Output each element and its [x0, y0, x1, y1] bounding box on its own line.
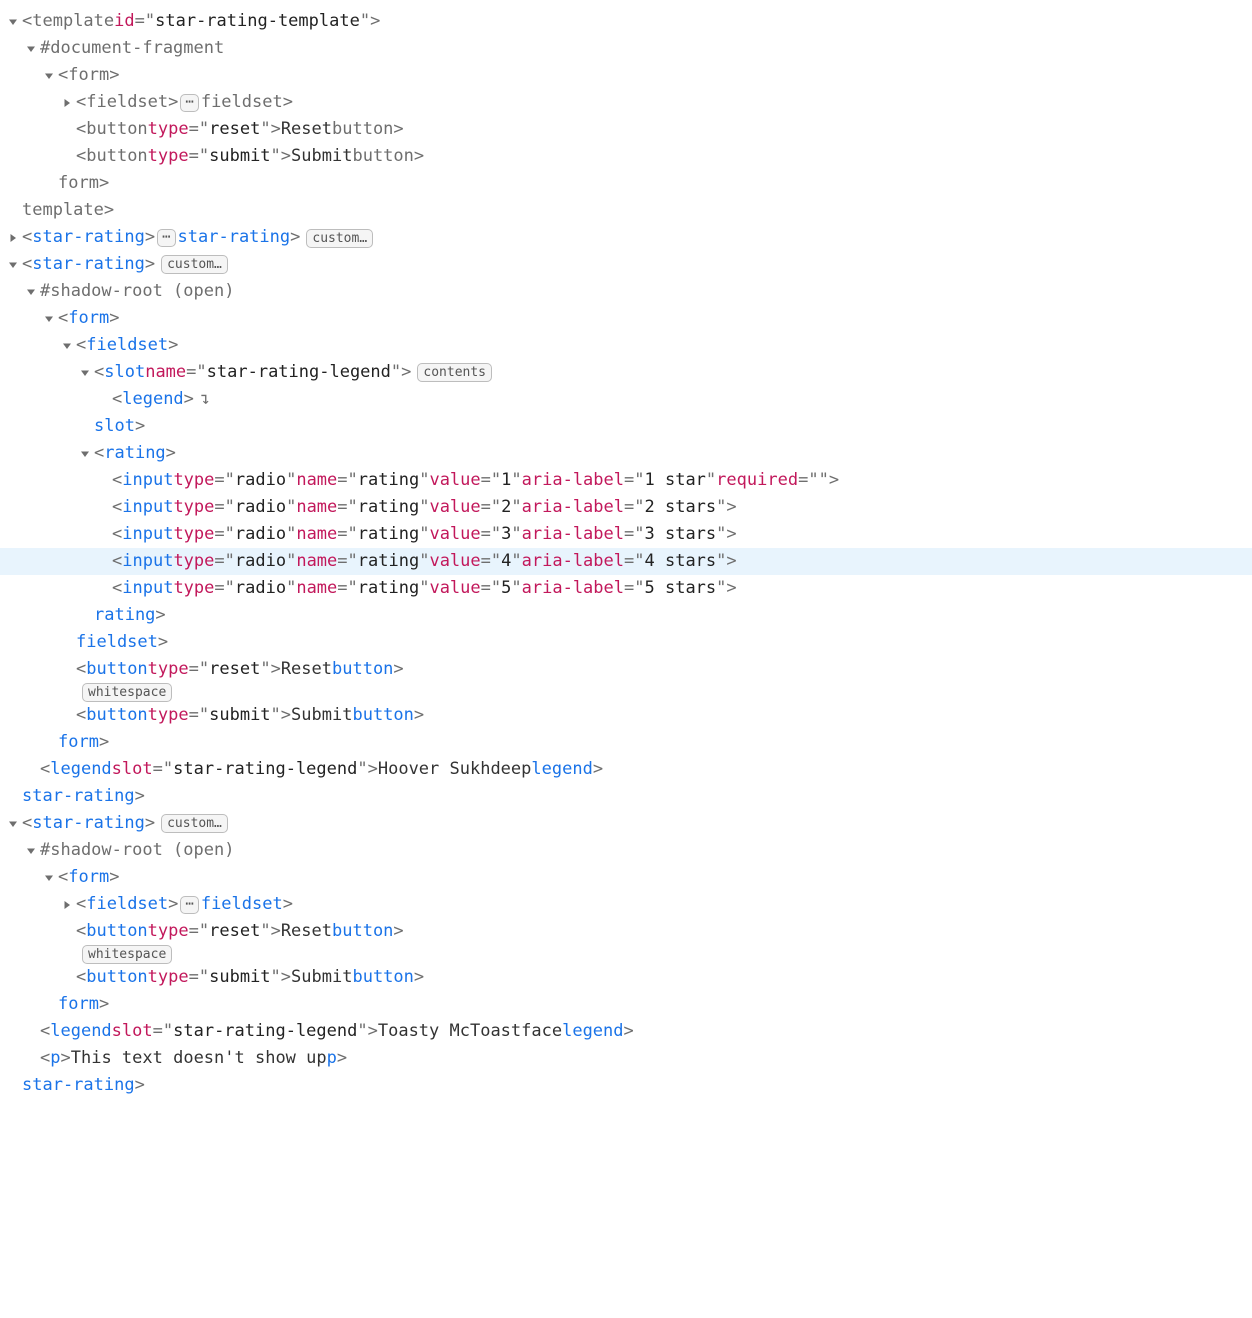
slot-close[interactable]: slot>: [0, 413, 1252, 440]
expand-toggle-icon[interactable]: [6, 258, 20, 272]
input-radio[interactable]: <input type="radio" name="rating" value=…: [0, 521, 1252, 548]
reveal-arrow-icon[interactable]: ↴: [200, 386, 210, 413]
expand-toggle-icon[interactable]: [60, 339, 74, 353]
expand-toggle-icon[interactable]: [24, 844, 38, 858]
fieldset-collapsed[interactable]: <fieldset>⋯ fieldset>: [0, 891, 1252, 918]
legend-toasty[interactable]: <legend slot="star-rating-legend">Toasty…: [0, 1018, 1252, 1045]
fieldset-open[interactable]: <fieldset>: [0, 332, 1252, 359]
input-radio[interactable]: <input type="radio" name="rating" value=…: [0, 548, 1252, 575]
button-submit[interactable]: <button type="submit">Submitbutton>: [0, 702, 1252, 729]
shadow-root[interactable]: #shadow-root (open): [0, 278, 1252, 305]
form-close[interactable]: form>: [0, 991, 1252, 1018]
document-fragment[interactable]: #document-fragment: [0, 35, 1252, 62]
document-fragment-label: #document-fragment: [40, 35, 224, 62]
expand-toggle-icon[interactable]: [78, 366, 92, 380]
star-rating-open[interactable]: <star-rating>custom…: [0, 251, 1252, 278]
fieldset-close[interactable]: fieldset>: [0, 629, 1252, 656]
custom-badge[interactable]: custom…: [161, 814, 228, 833]
whitespace-badge[interactable]: whitespace: [82, 683, 172, 702]
rating-open[interactable]: <rating>: [0, 440, 1252, 467]
input-radio[interactable]: <input type="radio" name="rating" value=…: [0, 494, 1252, 521]
ellipsis-badge[interactable]: ⋯: [180, 94, 198, 112]
button-reset[interactable]: <button type="reset">Resetbutton>: [0, 656, 1252, 683]
form-open[interactable]: <form>: [0, 62, 1252, 89]
contents-badge[interactable]: contents: [417, 363, 492, 382]
custom-badge[interactable]: custom…: [161, 255, 228, 274]
shadow-root-label: #shadow-root (open): [40, 837, 234, 864]
input-radio[interactable]: <input type="radio" name="rating" value=…: [0, 575, 1252, 602]
expand-toggle-icon[interactable]: [78, 447, 92, 461]
form-open[interactable]: <form>: [0, 305, 1252, 332]
expand-toggle-icon[interactable]: [6, 231, 20, 245]
star-rating-close[interactable]: star-rating>: [0, 783, 1252, 810]
form-close[interactable]: form>: [0, 729, 1252, 756]
ellipsis-badge[interactable]: ⋯: [180, 896, 198, 914]
expand-toggle-icon[interactable]: [24, 42, 38, 56]
expand-toggle-icon[interactable]: [6, 817, 20, 831]
button-submit[interactable]: <button type="submit">Submitbutton>: [0, 964, 1252, 991]
star-rating-collapsed[interactable]: <star-rating>⋯ star-rating>custom…: [0, 224, 1252, 251]
star-rating-open-2[interactable]: <star-rating>custom…: [0, 810, 1252, 837]
expand-toggle-icon[interactable]: [24, 285, 38, 299]
expand-toggle-icon[interactable]: [60, 898, 74, 912]
input-radio[interactable]: <input type="radio" name="rating" value=…: [0, 467, 1252, 494]
ellipsis-badge[interactable]: ⋯: [157, 229, 175, 247]
fieldset-collapsed[interactable]: <fieldset>⋯fieldset>: [0, 89, 1252, 116]
slot-open[interactable]: <slot name="star-rating-legend">contents: [0, 359, 1252, 386]
p-noshow[interactable]: <p>This text doesn't show upp>: [0, 1045, 1252, 1072]
whitespace-row[interactable]: whitespace: [0, 683, 1252, 702]
rating-close[interactable]: rating>: [0, 602, 1252, 629]
form-open[interactable]: <form>: [0, 864, 1252, 891]
template-open[interactable]: <template id="star-rating-template">: [0, 8, 1252, 35]
button-submit[interactable]: <button type="submit">Submitbutton>: [0, 143, 1252, 170]
expand-toggle-icon[interactable]: [42, 312, 56, 326]
whitespace-row[interactable]: whitespace: [0, 945, 1252, 964]
button-reset[interactable]: <button type="reset">Resetbutton>: [0, 918, 1252, 945]
whitespace-badge[interactable]: whitespace: [82, 945, 172, 964]
expand-toggle-icon[interactable]: [60, 96, 74, 110]
star-rating-close[interactable]: star-rating>: [0, 1072, 1252, 1099]
custom-badge[interactable]: custom…: [306, 229, 373, 248]
button-reset[interactable]: <button type="reset">Resetbutton>: [0, 116, 1252, 143]
shadow-root-label: #shadow-root (open): [40, 278, 234, 305]
dom-tree: <template id="star-rating-template">#doc…: [0, 8, 1252, 1099]
expand-toggle-icon[interactable]: [42, 871, 56, 885]
template-close[interactable]: template>: [0, 197, 1252, 224]
shadow-root[interactable]: #shadow-root (open): [0, 837, 1252, 864]
legend-hoover[interactable]: <legend slot="star-rating-legend">Hoover…: [0, 756, 1252, 783]
legend-slotted[interactable]: <legend>↴: [0, 386, 1252, 413]
expand-toggle-icon[interactable]: [42, 69, 56, 83]
expand-toggle-icon[interactable]: [6, 15, 20, 29]
form-close[interactable]: form>: [0, 170, 1252, 197]
